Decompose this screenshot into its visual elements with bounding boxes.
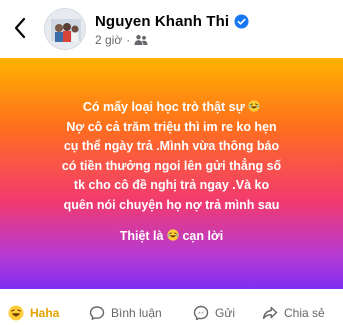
comment-icon [89,306,105,320]
laughing-crying-emoji-icon [167,229,179,241]
post-meta: 2 giờ · [95,32,148,48]
author-name-row: Nguyen Khanh Thi [95,11,249,31]
post-line: có tiền thưởng ngoi lên gửi thẳng số [61,158,282,173]
comment-label: Bình luận [111,306,162,320]
haha-reaction-icon [8,305,24,321]
post-line: Thiệt là cạn lời [119,229,224,243]
post-header: Nguyen Khanh Thi 2 giờ · [0,0,343,60]
send-button[interactable]: Gửi [193,301,235,325]
messenger-icon [193,305,209,321]
post-timestamp[interactable]: 2 giờ [95,33,122,47]
back-arrow-icon[interactable] [8,12,34,44]
share-button[interactable]: Chia sẻ [262,301,325,325]
verified-badge-icon [234,13,249,29]
post-line: cụ thể ngày trả .Mình vừa thông báo [63,139,280,153]
share-label: Chia sẻ [284,306,325,320]
comment-button[interactable]: Bình luận [89,301,162,325]
haha-reaction-button[interactable]: Haha [8,301,59,325]
post-actions-bar: Haha Bình luận Gửi Chia sẻ [0,301,343,325]
post-text: Có mấy loại học trò thật sự Nợ cô cả tră… [12,98,331,247]
meta-separator: · [126,33,131,47]
author-name[interactable]: Nguyen Khanh Thi [95,13,229,30]
post-line: tk cho cô đề nghị trả ngay .Và ko [73,178,270,192]
post-line: quên nói chuyện họ nợ trả mình sau [63,197,280,212]
post-line: Có mấy loại học trò thật sự [12,98,331,118]
send-label: Gửi [215,306,236,320]
post-background: Có mấy loại học trò thật sự Nợ cô cả tră… [0,58,343,289]
author-avatar[interactable] [44,8,86,50]
laughing-crying-emoji-icon [248,100,260,112]
haha-label: Haha [30,306,60,320]
friends-icon [134,35,148,45]
share-icon [262,306,278,319]
post-line: Nợ cô cả trăm triệu thì im re ko hẹn [66,119,277,134]
